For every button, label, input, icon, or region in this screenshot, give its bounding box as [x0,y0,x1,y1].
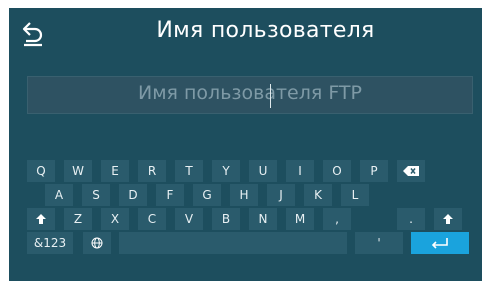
key-t[interactable]: T [175,160,203,182]
key-g[interactable]: G [193,184,221,206]
shift-icon [443,214,453,224]
key-v[interactable]: V [175,208,203,230]
key-b[interactable]: B [212,208,240,230]
key-period[interactable]: . [397,208,425,230]
numbers-key[interactable]: &123 [27,232,73,254]
key-k[interactable]: K [304,184,332,206]
key-r[interactable]: R [138,160,166,182]
language-key[interactable] [83,232,111,254]
backspace-key[interactable] [397,160,425,182]
key-apostrophe[interactable]: ' [355,232,403,254]
key-i[interactable]: I [286,160,314,182]
globe-icon [91,237,103,249]
key-n[interactable]: N [249,208,277,230]
back-arrow-icon [22,22,43,47]
input-placeholder: Имя пользователя FTP [137,82,362,104]
ftp-username-screen: Имя пользователя Имя пользователя FTP Q … [9,8,482,281]
key-h[interactable]: H [230,184,258,206]
key-o[interactable]: O [323,160,351,182]
backspace-icon [403,166,419,176]
key-w[interactable]: W [64,160,92,182]
key-e[interactable]: E [101,160,129,182]
key-comma[interactable]: , [323,208,351,230]
key-c[interactable]: C [138,208,166,230]
key-z[interactable]: Z [64,208,92,230]
key-q[interactable]: Q [27,160,55,182]
on-screen-keyboard: Q W E R T Y U I O P A S D F G H J K L Z … [9,160,482,281]
space-key[interactable] [119,232,347,254]
shift-key-left[interactable] [27,208,55,230]
key-s[interactable]: S [82,184,110,206]
key-x[interactable]: X [101,208,129,230]
key-l[interactable]: L [341,184,369,206]
back-button[interactable] [17,18,49,50]
page-title: Имя пользователя [156,18,375,43]
shift-icon [36,214,46,224]
shift-key-right[interactable] [434,208,462,230]
key-p[interactable]: P [360,160,388,182]
enter-icon [431,238,448,249]
key-j[interactable]: J [267,184,295,206]
key-y[interactable]: Y [212,160,240,182]
key-a[interactable]: A [45,184,73,206]
key-u[interactable]: U [249,160,277,182]
header-bar: Имя пользователя [9,8,482,62]
ftp-username-input[interactable]: Имя пользователя FTP [27,76,473,114]
key-f[interactable]: F [156,184,184,206]
text-cursor [270,84,271,108]
key-m[interactable]: M [286,208,314,230]
key-d[interactable]: D [119,184,147,206]
enter-key[interactable] [411,232,469,254]
